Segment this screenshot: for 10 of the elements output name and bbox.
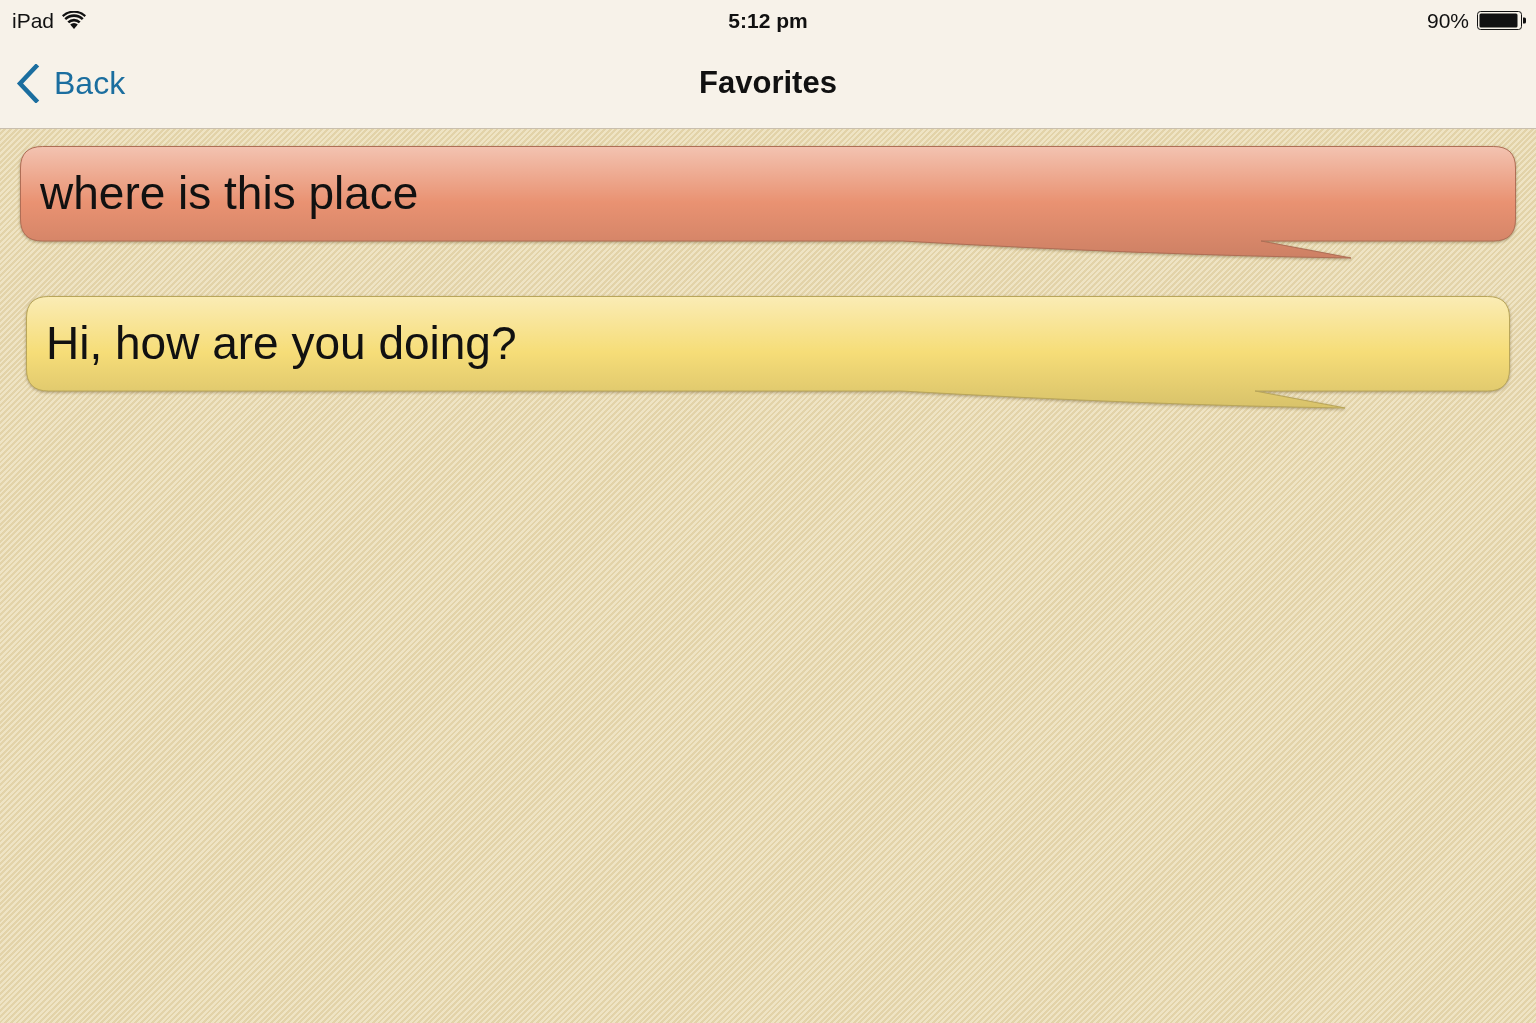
wifi-icon: [62, 11, 87, 29]
message-text: where is this place: [40, 166, 419, 221]
battery-icon: [1477, 10, 1526, 30]
battery-percentage: 90%: [1426, 9, 1469, 31]
message-text: Hi, how are you doing?: [46, 316, 517, 371]
screen-title: Favorites: [699, 63, 837, 102]
device-name: iPad: [12, 9, 55, 31]
status-time: 5:12 pm: [728, 10, 808, 31]
chevron-left-icon: [16, 63, 40, 103]
back-button[interactable]: Back: [0, 59, 130, 107]
